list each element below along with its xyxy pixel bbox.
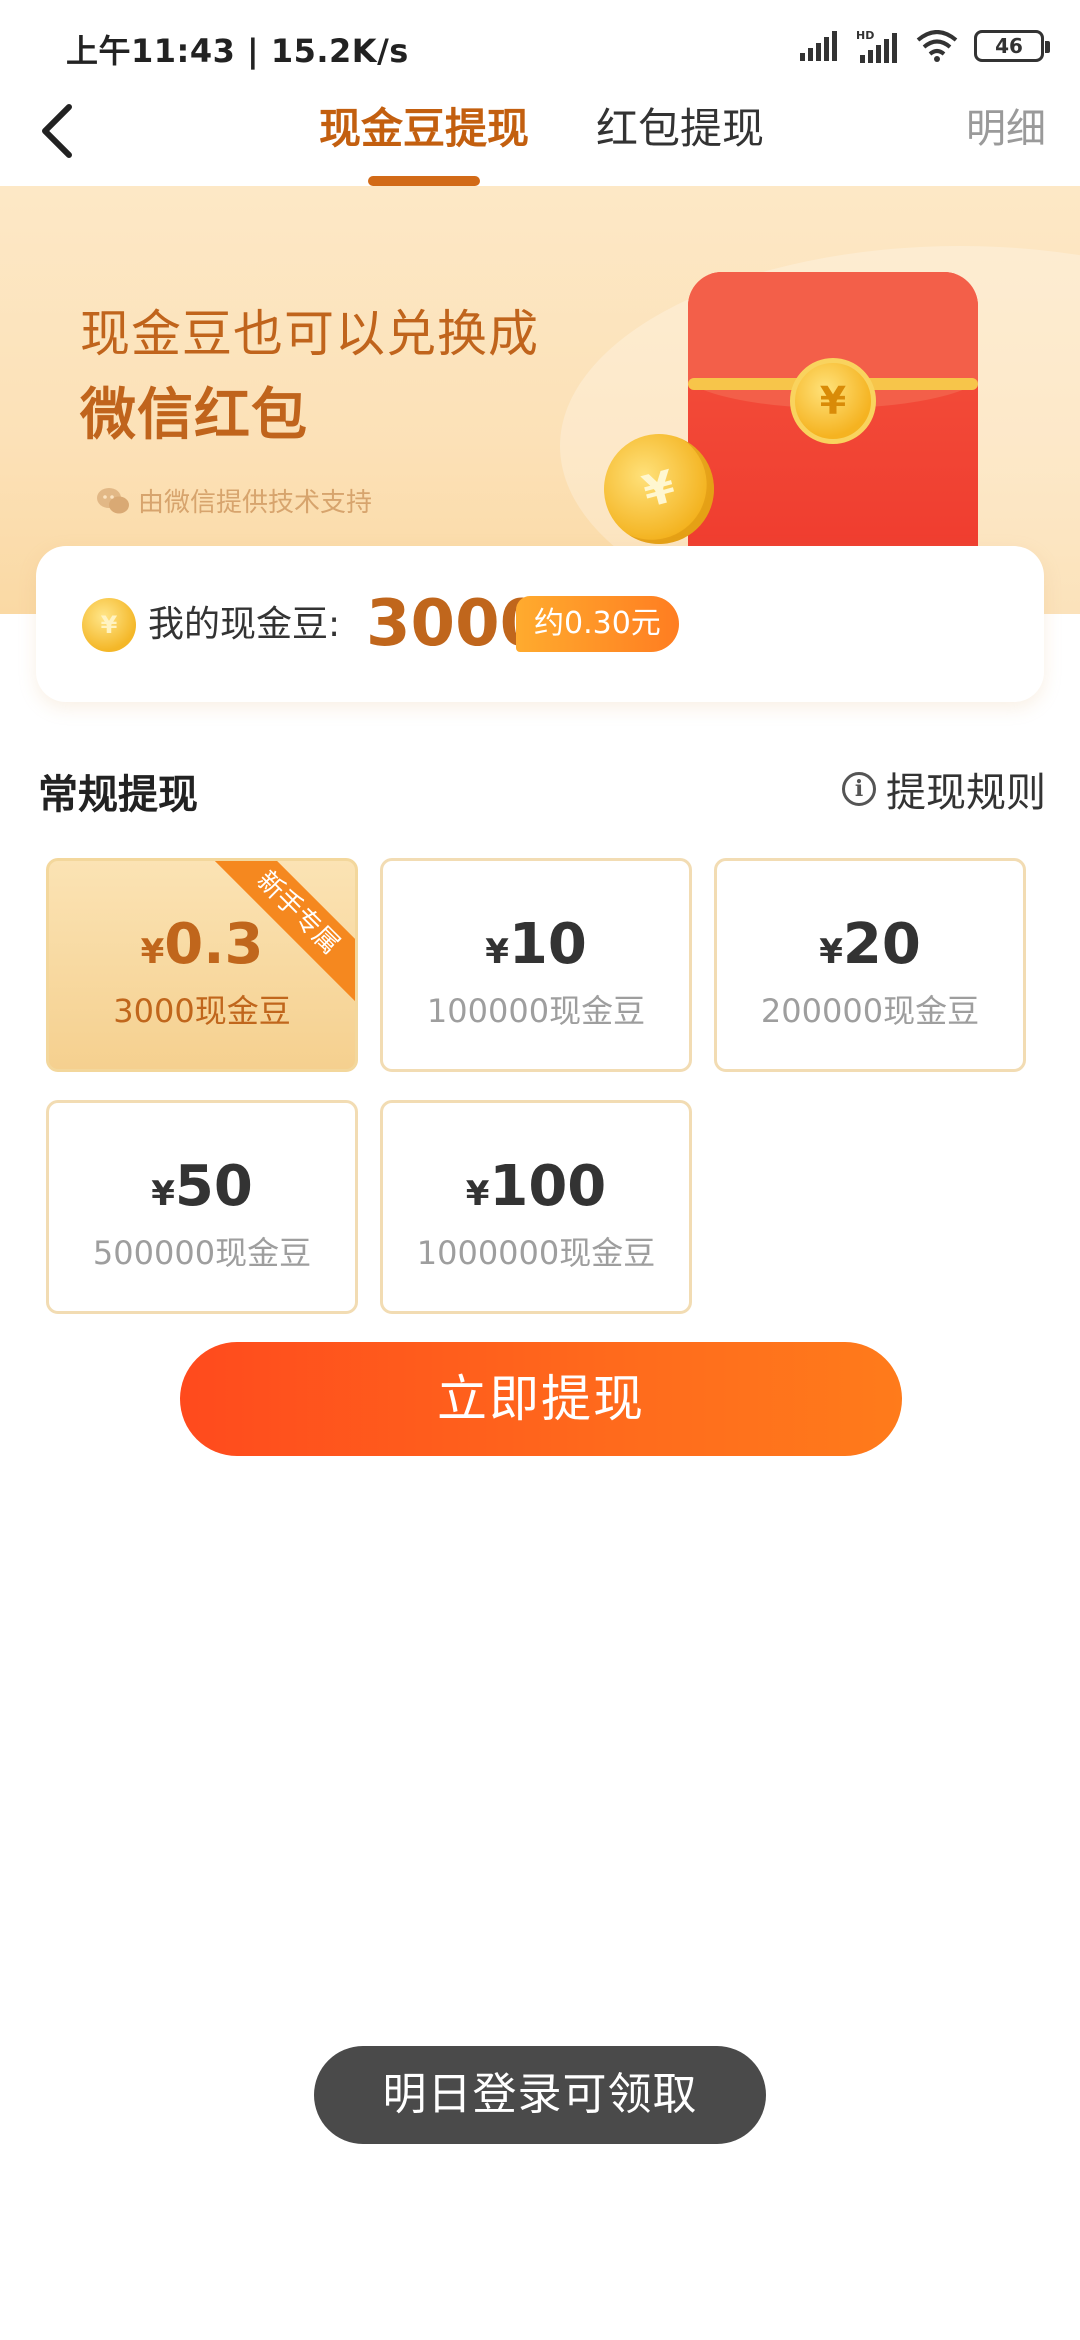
option-beans: 3000现金豆	[113, 992, 291, 1030]
signal-icon	[800, 31, 837, 61]
yuan-coin-icon: ¥	[790, 358, 876, 444]
section-title: 常规提现	[38, 772, 198, 818]
option-beans: 500000现金豆	[92, 1234, 312, 1272]
tab-cash-beans-withdraw[interactable]: 现金豆提现	[300, 94, 548, 164]
detail-link[interactable]: 明细	[966, 94, 1046, 164]
withdraw-option-0-3[interactable]: 新手专属 ¥0.3 3000现金豆	[46, 858, 358, 1072]
status-bar: 上午11:43 | 15.2K/s HD 46	[0, 0, 1080, 90]
withdraw-option-20[interactable]: ¥20 200000现金豆	[714, 858, 1026, 1072]
option-amount: ¥10	[485, 912, 587, 977]
banner-support-text: 由微信提供技术支持	[138, 488, 373, 518]
withdraw-rules-link[interactable]: i 提现规则	[842, 760, 1046, 818]
withdraw-option-100[interactable]: ¥100 1000000现金豆	[380, 1100, 692, 1314]
toast-message: 明日登录可领取	[314, 2046, 766, 2144]
status-time: 上午11:43 | 15.2K/s	[66, 32, 409, 70]
withdraw-now-button[interactable]: 立即提现	[180, 1342, 902, 1456]
withdraw-rules-label: 提现规则	[886, 770, 1046, 816]
svg-text:HD: HD	[856, 29, 874, 42]
banner-subheadline: 微信红包	[80, 383, 308, 448]
option-beans: 100000现金豆	[426, 992, 646, 1030]
wechat-icon	[97, 487, 129, 513]
banner-support-note: 由微信提供技术支持	[96, 482, 372, 519]
chevron-left-icon	[42, 104, 72, 158]
option-amount: ¥20	[819, 912, 921, 977]
withdraw-option-50[interactable]: ¥50 500000现金豆	[46, 1100, 358, 1314]
tab-red-packet-withdraw[interactable]: 红包提现	[580, 94, 780, 164]
info-icon: i	[842, 772, 876, 806]
banner-headline: 现金豆也可以兑换成	[80, 305, 539, 363]
option-amount: ¥0.3	[140, 912, 264, 977]
back-button[interactable]	[22, 96, 92, 166]
battery-icon: 46	[974, 30, 1050, 62]
option-amount: ¥50	[151, 1154, 253, 1219]
hd-signal-icon: HD	[856, 29, 897, 63]
coin-icon: ¥	[82, 598, 136, 652]
red-envelope-illustration: ¥	[688, 272, 978, 572]
balance-approx-badge: 约0.30元	[516, 596, 679, 652]
withdraw-option-10[interactable]: ¥10 100000现金豆	[380, 858, 692, 1072]
option-beans: 1000000现金豆	[416, 1234, 656, 1272]
balance-label: 我的现金豆:	[148, 604, 341, 645]
status-icons: HD 46	[800, 28, 1050, 64]
option-amount: ¥100	[465, 1154, 607, 1219]
nav-bar: 现金豆提现 红包提现 明细	[0, 90, 1080, 186]
balance-card: ¥ 我的现金豆: 3000 约0.30元	[36, 546, 1044, 702]
option-beans: 200000现金豆	[760, 992, 980, 1030]
wifi-icon	[916, 30, 958, 62]
active-tab-indicator	[368, 176, 480, 186]
